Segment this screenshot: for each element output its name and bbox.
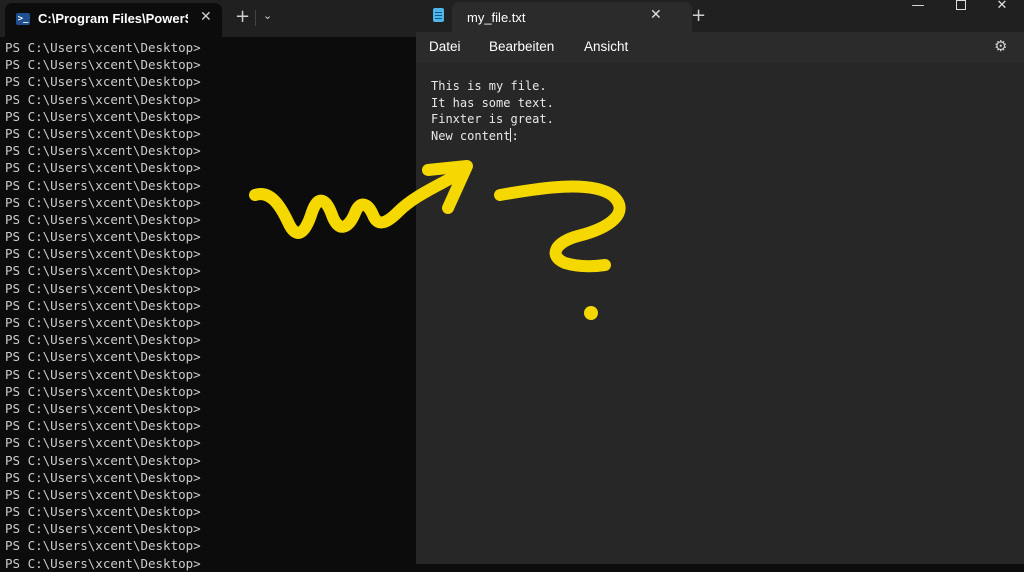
terminal-prompt-line: PS C:\Users\xcent\Desktop> [5,383,201,399]
terminal-tab-close-icon[interactable]: ✕ [200,9,212,25]
terminal-prompt-line: PS C:\Users\xcent\Desktop> [5,418,201,434]
terminal-tab[interactable]: >_ C:\Program Files\PowerS ✕ [5,3,222,37]
terminal-prompt-line: PS C:\Users\xcent\Desktop> [5,160,201,176]
terminal-prompt-line: PS C:\Users\xcent\Desktop> [5,297,201,313]
terminal-prompt-line: PS C:\Users\xcent\Desktop> [5,315,201,330]
window-close-button[interactable]: ✕ [987,0,1017,14]
terminal-tab-title: C:\Program Files\PowerS [38,11,188,26]
maximize-button[interactable] [946,0,976,14]
maximize-icon [956,0,966,10]
terminal-prompt-line: PS C:\Users\xcent\Desktop> [5,349,201,365]
terminal-prompt-line: PS C:\Users\xcent\Desktop> [5,194,201,210]
terminal-prompt-line: PS C:\Users\xcent\Desktop> [5,452,201,468]
notepad-text-area[interactable]: This is my file. It has some text. Finxter… [416,63,1024,564]
terminal-prompt-line: PS C:\Users\xcent\Desktop> [5,177,201,193]
notepad-window: my_file.txt ✕ + — ✕ Datei Bearbeiten Ans… [416,0,1024,564]
menu-bearbeiten[interactable]: Bearbeiten [489,39,554,54]
tab-divider [255,10,256,26]
terminal-prompt-line: PS C:\Users\xcent\Desktop> [5,555,201,571]
terminal-new-tab-button[interactable]: + [235,6,250,28]
notepad-new-tab-button[interactable]: + [691,5,706,27]
terminal-prompt-line: PS C:\Users\xcent\Desktop> [5,263,201,279]
notepad-content[interactable]: This is my file. It has some text. Finxter… [431,78,554,144]
terminal-output[interactable]: PS C:\Users\xcent\Desktop> PS C:\Users\xc… [5,39,415,572]
text-line: New content: [431,127,554,145]
terminal-prompt-line: PS C:\Users\xcent\Desktop> [5,280,201,296]
terminal-prompt-line: PS C:\Users\xcent\Desktop> [5,229,201,245]
terminal-prompt-line: PS C:\Users\xcent\Desktop> [5,486,201,502]
terminal-prompt-line: PS C:\Users\xcent\Desktop> [5,108,201,124]
terminal-prompt-line: PS C:\Users\xcent\Desktop> [5,469,201,485]
terminal-prompt-line: PS C:\Users\xcent\Desktop> [5,40,201,55]
text-line-content: New content [431,128,511,143]
minimize-button[interactable]: — [903,0,933,14]
settings-gear-icon[interactable]: ⚙ [994,37,1007,55]
notepad-tab-close-icon[interactable]: ✕ [650,7,662,23]
menu-datei[interactable]: Datei [429,39,461,54]
terminal-prompt-line: PS C:\Users\xcent\Desktop> [5,504,201,520]
terminal-prompt-line: PS C:\Users\xcent\Desktop> [5,400,201,416]
terminal-prompt-line: PS C:\Users\xcent\Desktop> [5,211,201,227]
terminal-prompt-line: PS C:\Users\xcent\Desktop> [5,246,201,262]
text-line-content: It has some text. [431,95,554,110]
terminal-prompt-line: PS C:\Users\xcent\Desktop> [5,74,201,90]
menu-ansicht[interactable]: Ansicht [584,39,628,54]
terminal-window: >_ C:\Program Files\PowerS ✕ + ⌄ PS C:\U… [0,0,416,571]
text-line: This is my file. [431,78,554,95]
terminal-tab-bar: >_ C:\Program Files\PowerS ✕ + ⌄ [0,0,416,37]
notepad-icon [433,8,444,22]
terminal-prompt-line: PS C:\Users\xcent\Desktop> [5,332,201,348]
terminal-prompt-line: PS C:\Users\xcent\Desktop> [5,366,201,382]
text-line: It has some text. [431,95,554,112]
notepad-tab[interactable]: my_file.txt ✕ [452,2,692,32]
terminal-prompt-line: PS C:\Users\xcent\Desktop> [5,91,201,107]
terminal-prompt-line: PS C:\Users\xcent\Desktop> [5,435,201,451]
text-line-content: Finxter is great. [431,112,554,126]
terminal-prompt-line: PS C:\Users\xcent\Desktop> [5,57,201,73]
terminal-prompt-line: PS C:\Users\xcent\Desktop> [5,521,201,537]
text-line-content: This is my file. [431,79,547,93]
powershell-icon: >_ [16,13,30,25]
notepad-tab-title: my_file.txt [467,10,526,25]
terminal-prompt-line: PS C:\Users\xcent\Desktop> [5,125,201,141]
terminal-prompt-line: PS C:\Users\xcent\Desktop> [5,538,201,554]
terminal-dropdown-icon[interactable]: ⌄ [263,9,272,22]
notepad-menu-bar: Datei Bearbeiten Ansicht ⚙ [416,32,1024,63]
terminal-prompt-line: PS C:\Users\xcent\Desktop> [5,143,201,159]
text-line: Finxter is great. [431,111,554,128]
notepad-title-bar: my_file.txt ✕ + — ✕ [416,0,1024,32]
text-after-caret: : [511,128,519,143]
